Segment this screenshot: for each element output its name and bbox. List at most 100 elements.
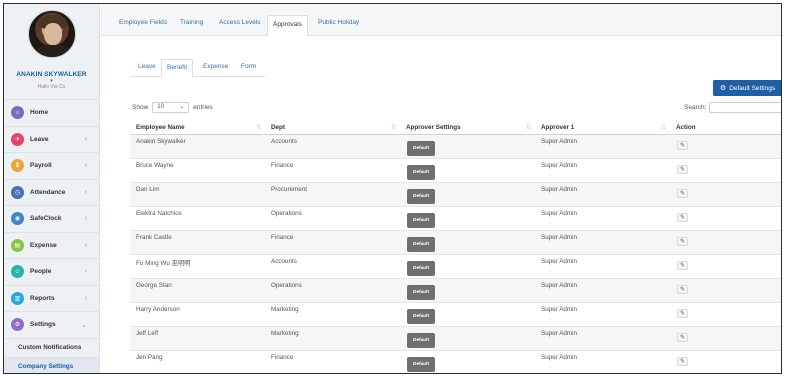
entries-select[interactable]: 10 ⌄	[152, 102, 190, 113]
employee-name: Jen Pang	[136, 354, 163, 361]
table-row: Fu Ming Wu 巫明明 Accounts Default Super Admin…	[130, 255, 781, 279]
edit-icon[interactable]: ✎	[677, 213, 688, 222]
cell-action: ✎	[670, 255, 781, 278]
top-tabs: Employee Fields Training Access Levels A…	[101, 4, 781, 37]
table-row: Bruce Wayne Finance Default Super Admin ✎	[130, 159, 781, 183]
cell-action: ✎	[670, 351, 781, 373]
default-button[interactable]: Default	[407, 357, 435, 372]
chevron-left-icon: ‹	[84, 241, 87, 249]
default-button[interactable]: Default	[407, 285, 435, 300]
tab-approvals[interactable]: Approvals	[267, 15, 308, 37]
column-approver-settings[interactable]: Approver Settings ⇅	[400, 120, 535, 134]
sidebar-item-attendance[interactable]: ◷ Attendance ‹	[4, 178, 99, 206]
sidebar-item-payroll[interactable]: $ Payroll ‹	[4, 152, 99, 179]
cell-approver-settings: Default	[400, 207, 535, 230]
tab-access-levels[interactable]: Access Levels	[214, 16, 266, 29]
table-row: Frank Castle Finance Default Super Admin ✎	[130, 231, 781, 255]
sidebar-item-home[interactable]: ⌂ Home	[4, 99, 99, 126]
cell-employee-name: Jen Pang	[130, 351, 265, 373]
edit-icon[interactable]: ✎	[677, 309, 688, 318]
sidebar: ANAKIN SKYWALKER ▾ Hailo Via Co ⌂ Home ✈ Le…	[4, 4, 100, 373]
chevron-left-icon: ‹	[84, 268, 87, 275]
cell-approver-1: Super Admin	[535, 327, 670, 350]
entries-value: 10	[157, 104, 164, 110]
default-button[interactable]: Default	[407, 189, 435, 204]
cell-action: ✎	[670, 279, 781, 302]
table-row: Anakin Skywalker Accounts Default Super Adm…	[130, 135, 781, 159]
tab-employee-fields[interactable]: Employee Fields	[114, 16, 172, 29]
show-label: Show	[132, 104, 149, 111]
default-button[interactable]: Default	[407, 165, 435, 180]
table-row: Harry Anderson Marketing Default Super Admi…	[130, 303, 781, 327]
edit-icon[interactable]: ✎	[677, 165, 688, 174]
edit-icon[interactable]: ✎	[677, 357, 688, 366]
default-settings-label: Default Settings	[729, 84, 776, 92]
sidebar-item-label: Expense	[30, 241, 57, 249]
chevron-left-icon: ‹	[84, 294, 87, 302]
table-body: Anakin Skywalker Accounts Default Super Adm…	[130, 135, 781, 373]
cell-employee-name: Jeff Leff	[130, 327, 265, 350]
cell-employee-name: Bruce Wayne	[130, 159, 265, 182]
default-settings-button[interactable]: ⚙ Default Settings	[713, 80, 781, 96]
sidebar-item-label: Reports	[30, 294, 55, 302]
edit-icon[interactable]: ✎	[677, 333, 688, 342]
avatar-body	[34, 45, 71, 57]
default-button[interactable]: Default	[407, 309, 435, 324]
people-icon: ☺	[11, 265, 24, 279]
sidebar-item-settings[interactable]: ⚙ Settings ⌄	[4, 311, 99, 338]
cell-dept: Accounts	[265, 135, 400, 158]
default-button[interactable]: Default	[407, 261, 435, 276]
cell-action: ✎	[670, 183, 781, 206]
approver-1: Super Admin	[541, 162, 578, 169]
cell-approver-1: Super Admin	[535, 255, 670, 278]
tab-leave[interactable]: Leave	[138, 63, 156, 70]
avatar[interactable]	[27, 10, 76, 58]
sidebar-item-safeclock[interactable]: ◉ SafeClock ‹	[4, 205, 99, 232]
table-row: Jeff Leff Marketing Default Super Admin ✎	[130, 327, 781, 351]
sidebar-subitem-custom-notifications[interactable]: Custom Notifications	[4, 337, 99, 357]
tab-training[interactable]: Training	[175, 16, 208, 29]
dept: Procurement	[271, 186, 308, 193]
approver-1: Super Admin	[541, 282, 578, 289]
default-button[interactable]: Default	[407, 141, 435, 156]
cell-approver-1: Super Admin	[535, 207, 670, 230]
sidebar-item-expense[interactable]: ▤ Expense ‹	[4, 231, 99, 259]
approval-type-tabs: Leave Benefit Expense Form	[130, 59, 265, 77]
cell-employee-name: Harry Anderson	[130, 303, 265, 326]
employee-name: Bruce Wayne	[136, 162, 174, 169]
search-input[interactable]	[709, 102, 781, 113]
cell-dept: Finance	[265, 159, 400, 182]
default-button[interactable]: Default	[407, 333, 435, 348]
tab-expense[interactable]: Expense	[203, 63, 228, 70]
employee-name: Elektra Natchios	[136, 210, 182, 217]
column-employee-name[interactable]: Employee Name ⇅	[130, 120, 265, 134]
default-button[interactable]: Default	[407, 237, 435, 252]
sidebar-subitem-company-settings[interactable]: Company Settings	[4, 356, 99, 373]
tab-public-holiday[interactable]: Public Holiday	[313, 16, 364, 29]
tab-benefit[interactable]: Benefit	[161, 59, 194, 77]
tab-form[interactable]: Form	[241, 63, 256, 70]
cell-employee-name: Fu Ming Wu 巫明明	[130, 255, 265, 278]
cell-approver-settings: Default	[400, 255, 535, 278]
user-name[interactable]: ANAKIN SKYWALKER	[4, 71, 99, 78]
sidebar-item-people[interactable]: ☺ People ‹	[4, 258, 99, 285]
cell-approver-1: Super Admin	[535, 303, 670, 326]
leave-icon: ✈	[11, 132, 24, 146]
edit-icon[interactable]: ✎	[677, 237, 688, 246]
dept: Operations	[271, 282, 302, 289]
sidebar-item-leave[interactable]: ✈ Leave ‹	[4, 125, 99, 153]
edit-icon[interactable]: ✎	[677, 261, 688, 270]
sidebar-item-reports[interactable]: ▥ Reports ‹	[4, 284, 99, 312]
chevron-left-icon: ‹	[84, 215, 87, 222]
reports-icon: ▥	[11, 291, 24, 305]
default-button[interactable]: Default	[407, 213, 435, 228]
column-approver-1[interactable]: Approver 1 ⇅	[535, 120, 670, 134]
approver-1: Super Admin	[541, 354, 578, 361]
entries-label: entries	[193, 104, 213, 111]
edit-icon[interactable]: ✎	[677, 285, 688, 294]
cell-approver-1: Super Admin	[535, 279, 670, 302]
cell-dept: Marketing	[265, 327, 400, 350]
edit-icon[interactable]: ✎	[677, 141, 688, 150]
column-dept[interactable]: Dept ⇅	[265, 120, 400, 134]
edit-icon[interactable]: ✎	[677, 189, 688, 198]
